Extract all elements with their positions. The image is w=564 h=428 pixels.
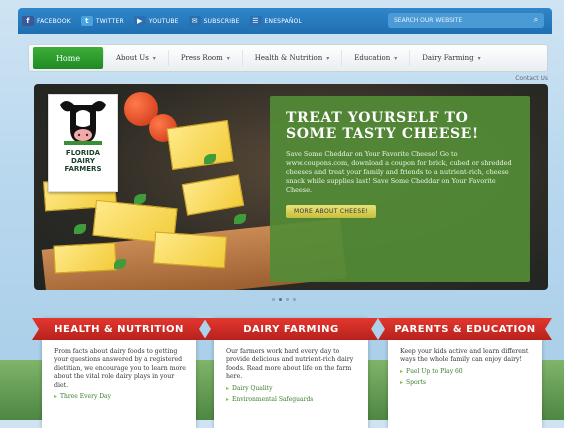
- social-link-spanish[interactable]: ☰ ENESPAÑOL: [249, 16, 303, 26]
- facebook-icon: f: [22, 16, 34, 26]
- herb-leaf-image: [234, 214, 246, 224]
- slider-pagination: [272, 298, 296, 301]
- florida-dairy-farmers-logo[interactable]: FLORIDA DAIRY FARMERS: [48, 94, 118, 192]
- card-title[interactable]: HEALTH & NUTRITION: [32, 318, 206, 340]
- cheese-cube-image: [166, 119, 234, 171]
- card-text: From facts about dairy foods to getting …: [54, 348, 186, 389]
- social-link-twitter[interactable]: t TWITTER: [80, 16, 124, 26]
- promo-body: Save Some Cheddar on Your Favorite Chees…: [286, 150, 512, 194]
- youtube-icon: ▶: [133, 16, 146, 26]
- nav-press-room[interactable]: Press Room ▾: [167, 50, 242, 66]
- promo-title: TREAT YOURSELF TO SOME TASTY CHEESE!: [286, 110, 479, 142]
- more-about-cheese-button[interactable]: MORE ABOUT CHEESE!: [286, 205, 377, 218]
- search-input[interactable]: SEARCH OUR WEBSITE ⌕: [388, 13, 544, 28]
- nav-label: About Us: [116, 54, 149, 62]
- card-link-label: Environmental Safeguards: [232, 396, 314, 404]
- cow-icon: [60, 101, 106, 145]
- card-link[interactable]: ▸ Dairy Quality: [226, 385, 358, 393]
- social-bar: f FACEBOOK t TWITTER ▶ YOUTUBE ✉ SUBSCRI…: [18, 8, 552, 34]
- arrow-right-icon: ▸: [54, 393, 58, 401]
- cheese-cube-image: [181, 174, 245, 216]
- nav-label: Health & Nutrition: [254, 54, 323, 62]
- card-text: Keep your kids active and learn differen…: [400, 348, 529, 364]
- chevron-down-icon: ▾: [152, 54, 156, 62]
- card-parents-education: PARENTS & EDUCATION Keep your kids activ…: [378, 318, 552, 428]
- card-link[interactable]: ▸ Environmental Safeguards: [226, 396, 358, 404]
- search-icon[interactable]: ⌕: [531, 15, 541, 25]
- social-label: ENESPAÑOL: [264, 17, 303, 25]
- slider-dot[interactable]: [293, 298, 296, 301]
- twitter-icon: t: [80, 16, 93, 26]
- search-placeholder: SEARCH OUR WEBSITE: [394, 17, 463, 24]
- social-label: YOUTUBE: [148, 17, 179, 25]
- main-nav: Home About Us ▾ Press Room ▾ Health & Nutr…: [28, 44, 548, 72]
- social-label: FACEBOOK: [37, 17, 71, 25]
- card-link-label: Dairy Quality: [232, 384, 273, 392]
- promo-panel: TREAT YOURSELF TO SOME TASTY CHEESE! Sav…: [270, 96, 530, 282]
- card-health-nutrition: HEALTH & NUTRITION From facts about dair…: [32, 318, 206, 428]
- contact-link[interactable]: Contact Us: [515, 75, 548, 82]
- social-link-facebook[interactable]: f FACEBOOK: [22, 16, 71, 26]
- nav-label: Press Room: [180, 54, 223, 62]
- logo-line: FARMERS: [64, 165, 102, 173]
- hero-slider: FLORIDA DAIRY FARMERS TREAT YOURSELF TO …: [34, 84, 548, 290]
- arrow-right-icon: ▸: [226, 384, 230, 392]
- social-label: TWITTER: [95, 17, 124, 25]
- card-link[interactable]: ▸ Fuel Up to Play 60: [400, 368, 532, 376]
- herb-leaf-image: [134, 194, 146, 204]
- card-link[interactable]: ▸ Three Every Day: [54, 393, 186, 401]
- card-text: Our farmers work hard every day to provi…: [226, 348, 354, 381]
- slider-dot[interactable]: [286, 298, 289, 301]
- card-title[interactable]: PARENTS & EDUCATION: [378, 318, 552, 340]
- card-link-label: Sports: [406, 379, 426, 387]
- logo-text: FLORIDA DAIRY FARMERS: [65, 149, 102, 173]
- spanish-icon: ☰: [249, 16, 262, 26]
- cheese-cube-image: [53, 242, 117, 274]
- chevron-down-icon: ▾: [394, 54, 398, 62]
- nav-label: Dairy Farming: [422, 54, 474, 62]
- nav-label: Education: [354, 54, 391, 62]
- nav-dairy-farming[interactable]: Dairy Farming ▾: [409, 50, 492, 66]
- slider-dot[interactable]: [272, 298, 275, 301]
- social-link-youtube[interactable]: ▶ YOUTUBE: [133, 16, 179, 26]
- logo-line: FLORIDA: [65, 149, 101, 157]
- nav-health-nutrition[interactable]: Health & Nutrition ▾: [241, 50, 341, 66]
- card-link-label: Three Every Day: [60, 393, 112, 401]
- nav-about-us[interactable]: About Us ▾: [103, 50, 168, 66]
- card-link-label: Fuel Up to Play 60: [406, 367, 463, 375]
- herb-leaf-image: [74, 224, 86, 234]
- social-label: SUBSCRIBE: [203, 17, 240, 25]
- chevron-down-icon: ▾: [477, 54, 481, 62]
- arrow-right-icon: ▸: [226, 396, 230, 404]
- nav-education[interactable]: Education ▾: [341, 50, 409, 66]
- nav-home[interactable]: Home: [33, 47, 103, 69]
- card-dairy-farming: DAIRY FARMING Our farmers work hard ever…: [204, 318, 378, 428]
- cheese-cube-image: [152, 231, 228, 269]
- chevron-down-icon: ▾: [326, 54, 330, 62]
- social-link-subscribe[interactable]: ✉ SUBSCRIBE: [188, 16, 240, 26]
- slider-dot-active[interactable]: [279, 298, 282, 301]
- chevron-down-icon: ▾: [226, 54, 230, 62]
- arrow-right-icon: ▸: [400, 367, 404, 375]
- logo-line: DAIRY: [71, 157, 95, 165]
- arrow-right-icon: ▸: [400, 379, 404, 387]
- card-title[interactable]: DAIRY FARMING: [204, 318, 378, 340]
- mail-icon: ✉: [188, 16, 201, 26]
- card-link[interactable]: ▸ Sports: [400, 379, 532, 387]
